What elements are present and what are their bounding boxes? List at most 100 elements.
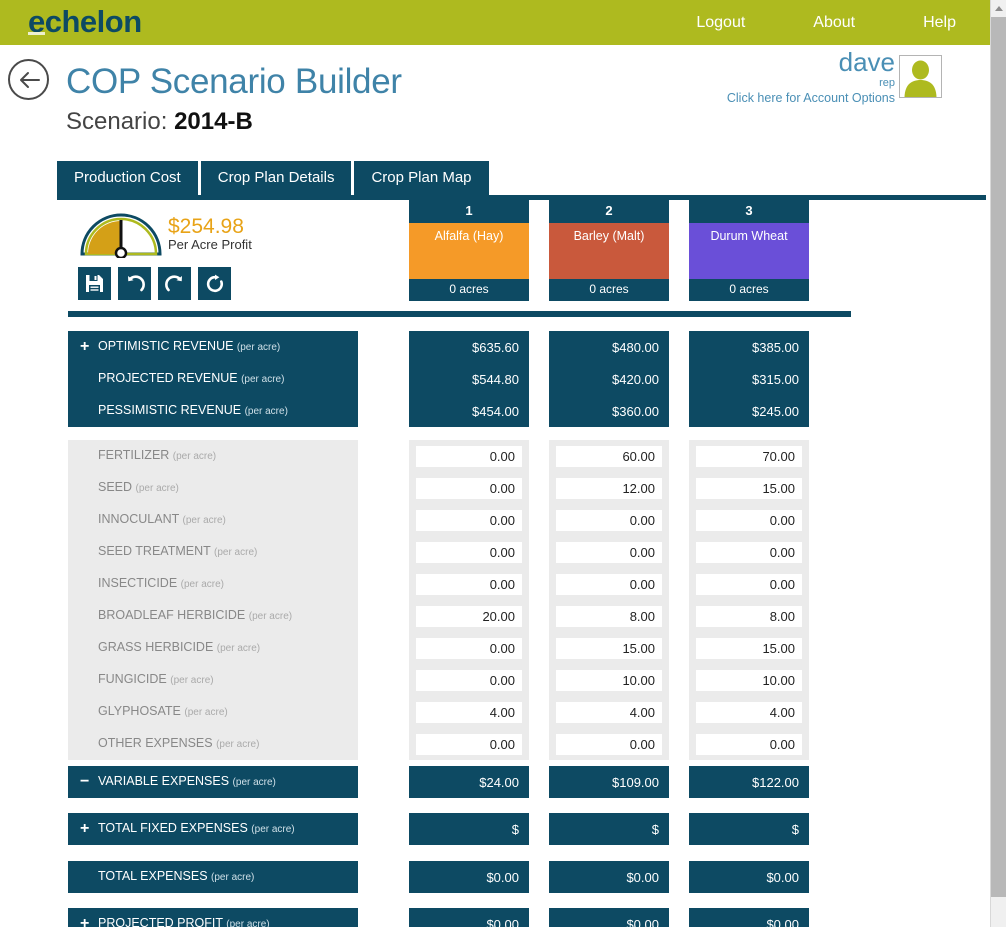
table-row: BROADLEAF HERBICIDE (per acre) 20.00 8.00 8… [0,600,1006,632]
row-spacer [0,427,1006,440]
row-values: 0.00 60.00 70.00 [409,440,809,472]
user-avatar-icon [904,60,937,97]
expense-input[interactable]: 0.00 [556,541,662,563]
expand-icon[interactable]: + [80,916,89,927]
row-label-cell: TOTAL EXPENSES (per acre) [68,861,358,893]
expense-input[interactable]: 0.00 [416,509,522,531]
table-row: SEED TREATMENT (per acre) 0.00 0.00 0.00 [0,536,1006,568]
expand-icon[interactable]: + [80,339,89,355]
crop-column-3[interactable]: 3 Durum Wheat 0 acres [689,200,809,301]
per-acre-suffix: (per acre) [184,707,228,718]
table-row: + TOTAL FIXED EXPENSES (per acre) $ $ $ [0,813,1006,845]
nav-help[interactable]: Help [889,14,990,32]
expense-input[interactable]: 10.00 [696,669,802,691]
table-row: FUNGICIDE (per acre) 0.00 10.00 10.00 [0,664,1006,696]
row-label-cell[interactable]: − VARIABLE EXPENSES (per acre) [68,766,358,798]
nav-logout[interactable]: Logout [662,14,779,32]
value-cell: 0.00 [689,504,809,536]
expense-input[interactable]: 0.00 [696,733,802,755]
per-acre-suffix: (per acre) [248,611,293,622]
row-values: 0.00 0.00 0.00 [409,536,809,568]
expense-input[interactable]: 0.00 [556,509,662,531]
row-spacer [0,798,1006,813]
row-label-text: FUNGICIDE [98,672,171,686]
expense-input[interactable]: 0.00 [416,733,522,755]
expense-input[interactable]: 20.00 [416,605,522,627]
avatar[interactable] [899,55,942,98]
row-label: GLYPHOSATE (per acre) [98,703,228,721]
expense-input[interactable]: 0.00 [416,445,522,467]
chevron-up-icon [995,6,1003,11]
expense-input[interactable]: 15.00 [556,637,662,659]
value-cell: 8.00 [549,600,669,632]
expense-input[interactable]: 8.00 [556,605,662,627]
expand-icon[interactable]: + [80,821,89,837]
crop-number: 3 [689,200,809,223]
top-nav-bar: e chelon Logout About Help [0,0,990,45]
expense-input[interactable]: 4.00 [696,701,802,723]
nav-about[interactable]: About [779,14,889,32]
expense-input[interactable]: 0.00 [696,541,802,563]
row-label-cell[interactable]: + PROJECTED PROFIT (per acre) [68,908,358,927]
value-cell: 12.00 [549,472,669,504]
per-acre-suffix: (per acre) [216,739,260,750]
expense-input[interactable]: 12.00 [556,477,662,499]
expense-input[interactable]: 10.00 [556,669,662,691]
crop-acres: 0 acres [689,279,809,301]
expense-input[interactable]: 0.00 [556,573,662,595]
undo-button[interactable] [118,267,151,300]
expense-input[interactable]: 0.00 [416,541,522,563]
crop-column-2[interactable]: 2 Barley (Malt) 0 acres [549,200,669,301]
account-options-link[interactable]: Click here for Account Options [727,90,895,106]
row-values: $544.80 $420.00 $315.00 [409,363,809,395]
per-acre-suffix: (per acre) [170,675,214,686]
redo-button[interactable] [158,267,191,300]
value-cell: 4.00 [409,696,529,728]
per-acre-profit-label: Per Acre Profit [168,237,252,252]
expense-input[interactable]: 4.00 [556,701,662,723]
tab-crop-plan-map[interactable]: Crop Plan Map [354,161,489,195]
expense-input[interactable]: 15.00 [696,477,802,499]
cost-grid: + OPTIMISTIC REVENUE (per acre) $635.60 $48… [0,331,1006,927]
tab-crop-plan-details[interactable]: Crop Plan Details [200,161,352,195]
crop-column-1[interactable]: 1 Alfalfa (Hay) 0 acres [409,200,529,301]
crop-acres: 0 acres [549,279,669,301]
reset-button[interactable] [198,267,231,300]
scroll-up-button[interactable] [991,0,1006,17]
value-cell: 0.00 [409,504,529,536]
row-values: 0.00 0.00 0.00 [409,504,809,536]
expense-input[interactable]: 0.00 [696,573,802,595]
row-values: 0.00 0.00 0.00 [409,568,809,600]
page-title: COP Scenario Builder [66,62,402,101]
row-values: 20.00 8.00 8.00 [409,600,809,632]
row-label: SEED TREATMENT (per acre) [98,543,257,561]
scenario-value: 2014-B [174,108,253,135]
value-cell: 8.00 [689,600,809,632]
expense-input[interactable]: 0.00 [416,669,522,691]
brand-logo[interactable]: e chelon [28,3,142,41]
expense-input[interactable]: 0.00 [556,733,662,755]
expense-input[interactable]: 70.00 [696,445,802,467]
expense-input[interactable]: 0.00 [416,573,522,595]
expense-input[interactable]: 8.00 [696,605,802,627]
expense-input[interactable]: 60.00 [556,445,662,467]
value-cell: 4.00 [689,696,809,728]
back-button[interactable] [8,59,49,100]
expense-input[interactable]: 0.00 [416,637,522,659]
value-cell: $544.80 [409,363,529,395]
expense-input[interactable]: 15.00 [696,637,802,659]
gauge-icon [80,213,162,260]
row-label-cell[interactable]: + TOTAL FIXED EXPENSES (per acre) [68,813,358,845]
expense-input[interactable]: 4.00 [416,701,522,723]
row-label-text: BROADLEAF HERBICIDE [98,608,249,622]
value-cell: $315.00 [689,363,809,395]
tab-production-cost[interactable]: Production Cost [57,161,198,195]
value-cell: 0.00 [409,568,529,600]
save-button[interactable] [78,267,111,300]
table-row: GRASS HERBICIDE (per acre) 0.00 15.00 15.00 [0,632,1006,664]
expense-input[interactable]: 0.00 [696,509,802,531]
expense-input[interactable]: 0.00 [416,477,522,499]
collapse-icon[interactable]: − [80,774,89,790]
table-row: INNOCULANT (per acre) 0.00 0.00 0.00 [0,504,1006,536]
row-label-cell[interactable]: + OPTIMISTIC REVENUE (per acre) [68,331,358,363]
